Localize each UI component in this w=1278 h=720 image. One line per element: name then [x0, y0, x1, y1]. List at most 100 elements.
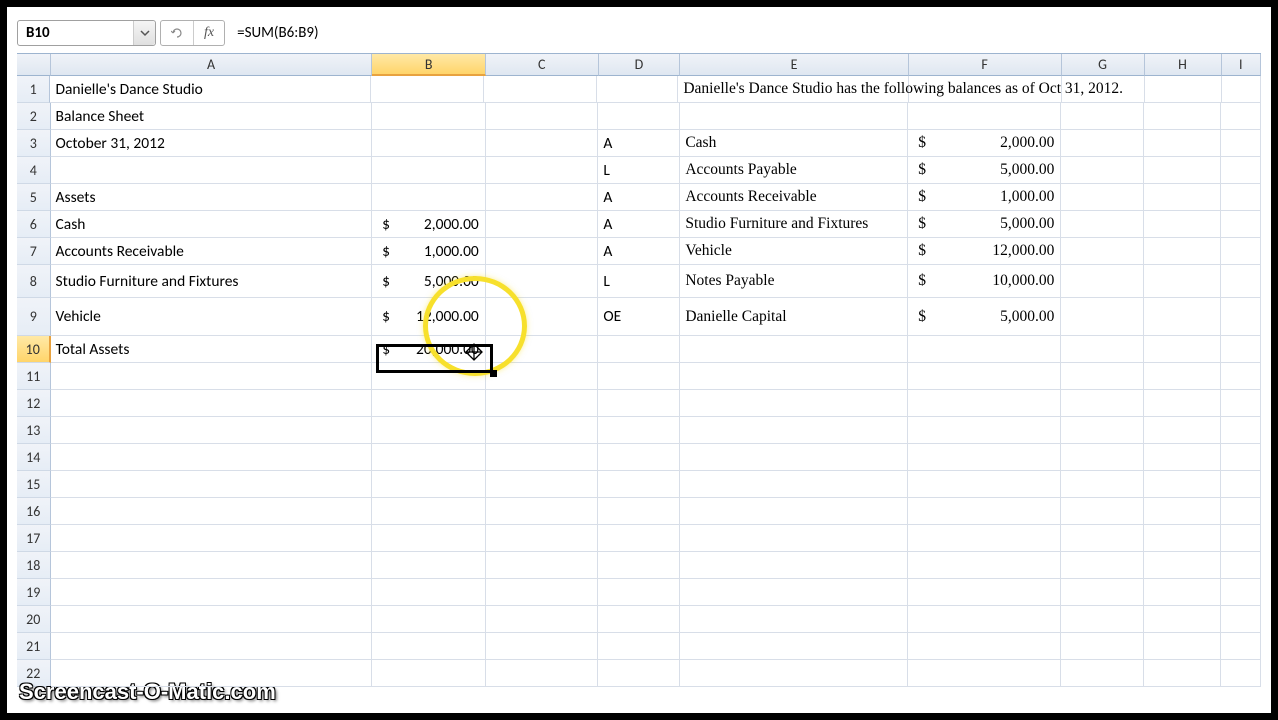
row-header-20[interactable]: 20 — [17, 606, 51, 633]
column-header-G[interactable]: G — [1062, 54, 1145, 76]
cell-H14[interactable] — [1144, 444, 1221, 471]
cell-I19[interactable] — [1221, 579, 1261, 606]
cell-B5[interactable] — [372, 184, 486, 211]
cell-H4[interactable] — [1144, 157, 1221, 184]
cell-A9[interactable]: Vehicle — [51, 298, 373, 336]
cell-D12[interactable] — [598, 390, 680, 417]
cell-B2[interactable] — [372, 103, 486, 130]
cell-A13[interactable] — [51, 417, 373, 444]
cell-C8[interactable] — [486, 265, 599, 298]
cell-E3[interactable]: Cash — [680, 130, 908, 157]
cell-C18[interactable] — [486, 552, 599, 579]
cell-E8[interactable]: Notes Payable — [680, 265, 908, 298]
cell-C3[interactable] — [486, 130, 599, 157]
column-header-C[interactable]: C — [486, 54, 599, 76]
cell-E15[interactable] — [680, 471, 908, 498]
cell-I21[interactable] — [1221, 633, 1261, 660]
cell-D10[interactable] — [598, 336, 680, 363]
column-header-B[interactable]: B — [372, 54, 486, 76]
cell-D3[interactable]: A — [598, 130, 680, 157]
cell-B12[interactable] — [372, 390, 486, 417]
select-all-corner[interactable] — [17, 54, 51, 76]
cell-C20[interactable] — [486, 606, 599, 633]
cell-D1[interactable] — [597, 76, 679, 103]
cell-E7[interactable]: Vehicle — [680, 238, 908, 265]
row-header-12[interactable]: 12 — [17, 390, 51, 417]
cell-D14[interactable] — [598, 444, 680, 471]
cell-E18[interactable] — [680, 552, 908, 579]
cell-F5[interactable]: $1,000.00 — [908, 184, 1061, 211]
cell-G7[interactable] — [1061, 238, 1144, 265]
cell-F15[interactable] — [908, 471, 1061, 498]
cell-D13[interactable] — [598, 417, 680, 444]
cell-F18[interactable] — [908, 552, 1061, 579]
cell-H11[interactable] — [1144, 363, 1221, 390]
cell-A2[interactable]: Balance Sheet — [51, 103, 373, 130]
cell-F7[interactable]: $12,000.00 — [908, 238, 1061, 265]
cell-A18[interactable] — [51, 552, 373, 579]
cell-I14[interactable] — [1221, 444, 1261, 471]
row-header-17[interactable]: 17 — [17, 525, 51, 552]
cell-G2[interactable] — [1061, 103, 1144, 130]
cell-F3[interactable]: $2,000.00 — [908, 130, 1061, 157]
row-header-16[interactable]: 16 — [17, 498, 51, 525]
cell-F4[interactable]: $5,000.00 — [908, 157, 1061, 184]
cell-G4[interactable] — [1061, 157, 1144, 184]
cancel-icon[interactable] — [161, 21, 194, 45]
cell-E6[interactable]: Studio Furniture and Fixtures — [680, 211, 908, 238]
cell-E14[interactable] — [680, 444, 908, 471]
cell-G8[interactable] — [1061, 265, 1144, 298]
row-header-7[interactable]: 7 — [17, 238, 51, 265]
cell-C5[interactable] — [486, 184, 599, 211]
cell-F13[interactable] — [908, 417, 1061, 444]
cell-G19[interactable] — [1061, 579, 1144, 606]
cell-E11[interactable] — [680, 363, 908, 390]
cell-D18[interactable] — [598, 552, 680, 579]
cell-G6[interactable] — [1061, 211, 1144, 238]
column-header-D[interactable]: D — [599, 54, 681, 76]
cell-D7[interactable]: A — [598, 238, 680, 265]
cell-A5[interactable]: Assets — [51, 184, 373, 211]
cell-B11[interactable] — [372, 363, 486, 390]
name-box-dropdown[interactable] — [133, 21, 155, 45]
cell-B4[interactable] — [372, 157, 486, 184]
cell-H18[interactable] — [1144, 552, 1221, 579]
cell-H13[interactable] — [1144, 417, 1221, 444]
cell-G11[interactable] — [1061, 363, 1144, 390]
cell-B15[interactable] — [372, 471, 486, 498]
row-header-1[interactable]: 1 — [17, 76, 50, 103]
cell-F20[interactable] — [908, 606, 1061, 633]
cell-F11[interactable] — [908, 363, 1061, 390]
cell-C21[interactable] — [486, 633, 599, 660]
cell-G5[interactable] — [1061, 184, 1144, 211]
cell-C1[interactable] — [484, 76, 596, 103]
row-header-9[interactable]: 9 — [17, 298, 51, 336]
cell-E17[interactable] — [680, 525, 908, 552]
cell-E20[interactable] — [680, 606, 908, 633]
cell-H16[interactable] — [1144, 498, 1221, 525]
cell-F22[interactable] — [908, 660, 1061, 687]
row-header-2[interactable]: 2 — [17, 103, 51, 130]
column-header-I[interactable]: I — [1222, 54, 1262, 76]
cell-G10[interactable] — [1061, 336, 1144, 363]
cell-C9[interactable] — [486, 298, 599, 336]
cell-G17[interactable] — [1061, 525, 1144, 552]
cell-G20[interactable] — [1061, 606, 1144, 633]
cell-C7[interactable] — [486, 238, 599, 265]
formula-input[interactable]: =SUM(B6:B9) — [229, 20, 1261, 46]
cell-G13[interactable] — [1061, 417, 1144, 444]
cell-I10[interactable] — [1221, 336, 1261, 363]
cell-D9[interactable]: OE — [598, 298, 680, 336]
cell-D4[interactable]: L — [598, 157, 680, 184]
cell-B6[interactable]: $2,000.00 — [372, 211, 486, 238]
cell-E5[interactable]: Accounts Receivable — [680, 184, 908, 211]
cell-A8[interactable]: Studio Furniture and Fixtures — [51, 265, 373, 298]
row-header-19[interactable]: 19 — [17, 579, 51, 606]
cell-H17[interactable] — [1144, 525, 1221, 552]
cell-F21[interactable] — [908, 633, 1061, 660]
cell-A19[interactable] — [51, 579, 373, 606]
cell-A20[interactable] — [51, 606, 373, 633]
cell-E21[interactable] — [680, 633, 908, 660]
cell-E4[interactable]: Accounts Payable — [680, 157, 908, 184]
cell-A12[interactable] — [51, 390, 373, 417]
